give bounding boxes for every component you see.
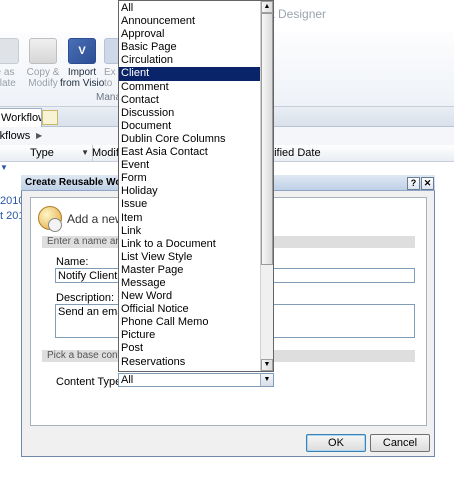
dropdown-option[interactable]: Announcement: [119, 15, 261, 28]
dropdown-option[interactable]: Comment: [119, 81, 261, 94]
import-from-visio-label: Import from Visio: [60, 67, 105, 89]
scroll-down-icon[interactable]: ▼: [261, 359, 273, 371]
column-modified-label: Modified: [92, 147, 118, 159]
visio-icon: V: [68, 38, 96, 64]
help-button[interactable]: ?: [407, 177, 420, 190]
column-type-label: Type: [30, 147, 54, 159]
new-tab-icon[interactable]: [42, 110, 58, 125]
dropdown-option[interactable]: Holiday: [119, 185, 261, 198]
dropdown-option[interactable]: List View Style: [119, 251, 261, 264]
dropdown-option[interactable]: Form: [119, 172, 261, 185]
dropdown-option[interactable]: New Word: [119, 290, 261, 303]
dropdown-option[interactable]: Client: [119, 67, 261, 81]
close-button[interactable]: ✕: [421, 177, 434, 190]
content-type-select[interactable]: All ▼: [118, 373, 274, 387]
dropdown-option[interactable]: Link: [119, 225, 261, 238]
dropdown-option[interactable]: Event: [119, 159, 261, 172]
content-type-dropdown-list[interactable]: All Announcement Approval Basic Page Circula…: [118, 0, 274, 372]
copy-modify-label: Copy & Modify: [26, 67, 60, 89]
column-header-modified-date[interactable]: dified Date: [268, 145, 321, 161]
chevron-down-icon[interactable]: ▼: [81, 145, 89, 161]
import-from-visio-button[interactable]: V Import from Visio: [60, 38, 104, 89]
dropdown-option[interactable]: Contact: [119, 94, 261, 107]
dropdown-option[interactable]: Basic Page: [119, 41, 261, 54]
dropdown-option[interactable]: Issue: [119, 198, 261, 211]
gear-icon: [48, 218, 62, 232]
ok-button[interactable]: OK: [306, 434, 366, 452]
cancel-button[interactable]: Cancel: [370, 434, 430, 452]
save-as-template-button[interactable]: e as plate: [0, 38, 24, 89]
template-icon: [0, 38, 19, 64]
chevron-down-icon[interactable]: ▼: [260, 374, 273, 386]
dropdown-option[interactable]: Link to a Document: [119, 238, 261, 251]
save-as-template-label: e as plate: [0, 67, 16, 89]
column-header-type[interactable]: Type ▼: [28, 145, 93, 161]
dropdown-option[interactable]: Discussion: [119, 107, 261, 120]
scroll-up-icon[interactable]: ▲: [261, 1, 273, 13]
tab-workflows[interactable]: Workflows: [0, 108, 42, 127]
dropdown-option[interactable]: Phone Call Memo: [119, 316, 261, 329]
column-header-modified[interactable]: Modified: [92, 145, 119, 161]
breadcrumb-workflows[interactable]: rkflows: [0, 127, 30, 145]
dropdown-option[interactable]: Post: [119, 342, 261, 355]
dropdown-scrollbar[interactable]: ▲ ▼: [260, 1, 273, 371]
description-label: Description:: [56, 292, 115, 304]
export-label: Ex to: [104, 67, 116, 89]
dropdown-option[interactable]: Message: [119, 277, 261, 290]
dropdown-option[interactable]: Document: [119, 120, 261, 133]
dropdown-option[interactable]: Picture: [119, 329, 261, 342]
dropdown-option[interactable]: Reservations: [119, 356, 261, 369]
dropdown-option[interactable]: Master Page: [119, 264, 261, 277]
dropdown-options: All Announcement Approval Basic Page Circula…: [119, 2, 261, 369]
dialog-title: Create Reusable Wor: [25, 177, 126, 188]
content-type-label: Content Type:: [56, 376, 125, 388]
filter-arrow-icon[interactable]: ▼: [0, 163, 8, 172]
dialog-heading: Add a new: [67, 212, 124, 226]
name-label: Name:: [56, 256, 89, 268]
dropdown-option[interactable]: Official Notice: [119, 303, 261, 316]
breadcrumb-arrow-icon[interactable]: ▶: [36, 127, 42, 145]
dropdown-option[interactable]: Item: [119, 212, 261, 225]
dropdown-option[interactable]: All: [119, 2, 261, 15]
dropdown-option[interactable]: Circulation: [119, 54, 261, 67]
copy-icon: [29, 38, 57, 64]
copy-modify-button[interactable]: Copy & Modify: [24, 38, 62, 89]
dropdown-option[interactable]: Dublin Core Columns: [119, 133, 261, 146]
dropdown-option[interactable]: East Asia Contact: [119, 146, 261, 159]
content-type-value: All: [121, 374, 134, 386]
dropdown-option[interactable]: Approval: [119, 28, 261, 41]
scrollbar-thumb[interactable]: [261, 13, 273, 265]
